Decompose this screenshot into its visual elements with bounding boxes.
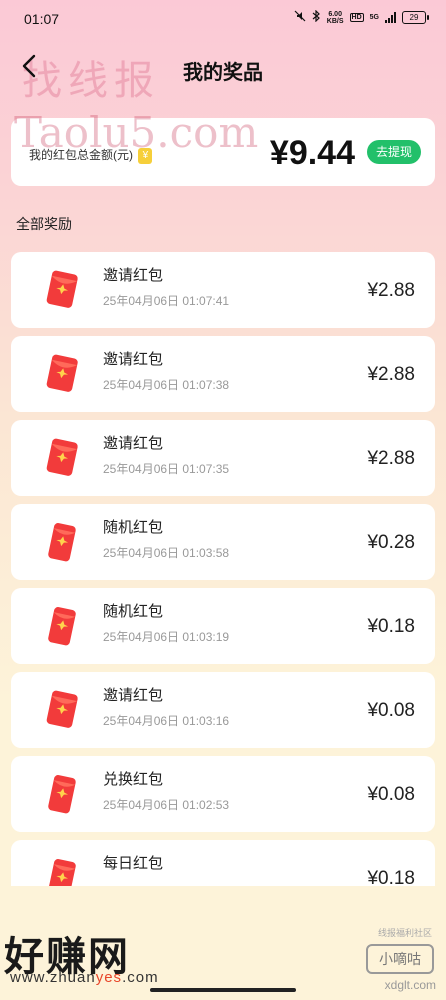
reward-title: 兑换红包 [103,771,164,788]
network-speed: 6.00 KB/S [326,10,344,25]
list-item[interactable]: 每日红包 ¥0.18 [11,840,435,886]
red-envelope-icon [48,775,76,814]
red-envelope-icon [48,523,76,562]
status-icons: 6.00 KB/S HD 5G 29 [294,9,429,25]
reward-amount: ¥2.88 [367,280,415,301]
list-item[interactable]: 邀请红包 25年04月06日 01:03:16 ¥0.08 [11,672,435,748]
bluetooth-icon [312,9,321,25]
reward-time: 25年04月06日 01:03:16 [103,714,230,728]
list-item[interactable]: 随机红包 25年04月06日 01:03:58 ¥0.28 [11,504,435,580]
section-title: 全部奖励 [16,216,72,232]
total-amount: ¥9.44 [269,134,355,172]
reward-amount: ¥0.08 [367,784,415,805]
reward-title: 每日红包 [103,855,164,872]
status-bar: 01:07 6.00 KB/S HD 5G 29 [0,0,446,36]
mute-icon [294,10,306,25]
watermark-xdglt: xdglt.com [384,978,436,992]
signal-icon [385,12,396,23]
list-item[interactable]: 邀请红包 25年04月06日 01:07:41 ¥2.88 [11,252,435,328]
watermark-taolu: Taolu5.com [14,108,259,157]
reward-amount: ¥2.88 [367,448,415,469]
list-item[interactable]: 邀请红包 25年04月06日 01:07:38 ¥2.88 [11,336,435,412]
red-envelope-icon [46,270,78,308]
reward-time: 25年04月06日 01:03:58 [103,546,230,560]
reward-amount: ¥0.18 [367,868,415,886]
hd-badge: HD [349,13,364,22]
watermark-url: www.zhuanyes.com [10,969,159,986]
page-title: 我的奖品 [183,62,263,84]
reward-time: 25年04月06日 01:02:53 [103,798,230,812]
reward-time: 25年04月06日 01:03:19 [103,630,230,644]
reward-title: 随机红包 [103,603,164,620]
red-envelope-icon [46,354,78,392]
red-envelope-icon [48,607,76,646]
reward-amount: ¥2.88 [367,364,415,385]
list-item[interactable]: 兑换红包 25年04月06日 01:02:53 ¥0.08 [11,756,435,832]
home-indicator[interactable] [150,988,296,992]
reward-title: 随机红包 [103,519,164,536]
battery-icon: 29 [402,11,429,24]
red-envelope-icon [46,690,78,728]
watermark-xiaodigu: 小嘀咕 [366,944,434,974]
reward-amount: ¥0.18 [367,616,415,637]
reward-time: 25年04月06日 01:07:41 [103,294,230,308]
list-item[interactable]: 邀请红包 25年04月06日 01:07:35 ¥2.88 [11,420,435,496]
withdraw-button[interactable]: 去提现 [367,140,421,164]
reward-amount: ¥0.08 [367,700,415,721]
red-envelope-icon [48,859,76,886]
reward-title: 邀请红包 [103,267,164,284]
network-type: 5G [369,14,379,21]
reward-time: 25年04月06日 01:07:35 [103,462,230,476]
red-envelope-icon [46,438,78,476]
reward-title: 邀请红包 [103,351,164,368]
reward-amount: ¥0.28 [367,532,415,553]
reward-title: 邀请红包 [103,687,164,704]
reward-time: 25年04月06日 01:07:38 [103,378,230,392]
list-item[interactable]: 随机红包 25年04月06日 01:03:19 ¥0.18 [11,588,435,664]
watermark-xiaodigu-sub: 线报福利社区 [377,928,432,938]
reward-list[interactable]: 邀请红包 25年04月06日 01:07:41 ¥2.88 邀请红包 25年04… [11,252,435,886]
status-time: 01:07 [24,11,60,27]
nav-bar: 我的奖品 [0,44,446,94]
reward-title: 邀请红包 [103,435,164,452]
